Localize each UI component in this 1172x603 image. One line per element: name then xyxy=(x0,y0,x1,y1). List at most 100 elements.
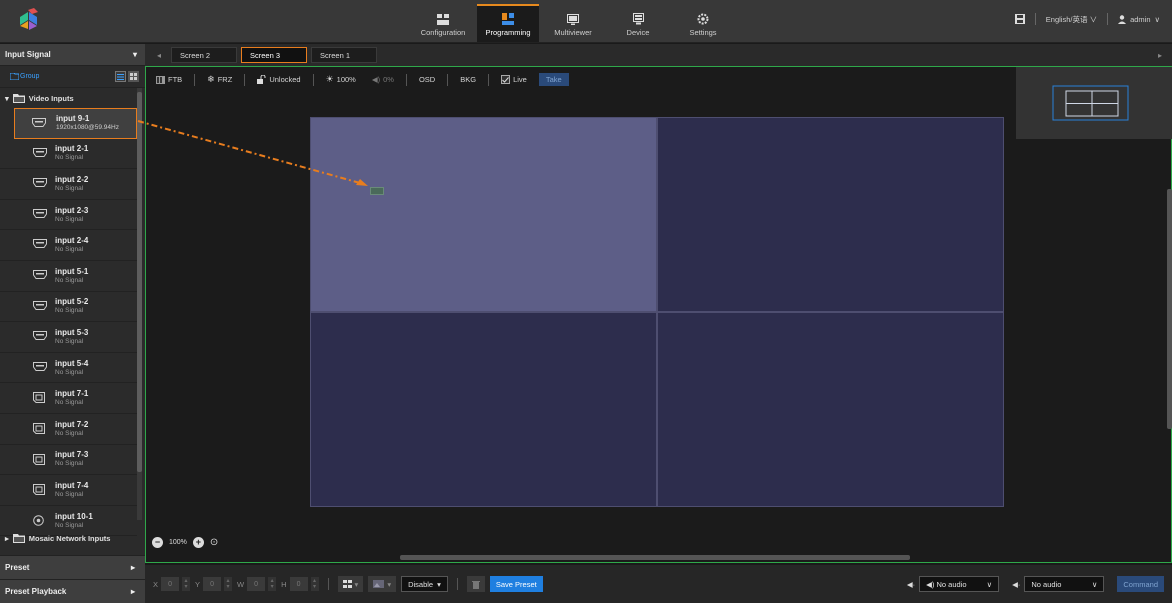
mode-select[interactable]: Disable ▾ xyxy=(401,576,448,592)
tab-screen-3[interactable]: Screen 3 xyxy=(241,47,308,63)
volume-control[interactable]: ◀) 0% xyxy=(368,72,398,87)
nav-device[interactable]: Device xyxy=(607,4,669,42)
layer-window-2[interactable] xyxy=(657,117,1004,312)
grid-view-icon[interactable] xyxy=(128,71,139,82)
divider xyxy=(312,73,314,86)
live-checkbox[interactable]: Live xyxy=(497,72,531,87)
input-source-item[interactable]: input 7-3 No Signal xyxy=(0,445,137,476)
nav-configuration[interactable]: Configuration xyxy=(412,4,474,42)
zoom-out-icon[interactable]: − xyxy=(152,537,163,548)
top-right-controls: English/英语 ∨ admin ∨ xyxy=(1014,13,1160,25)
layer-type-button[interactable]: ▾ xyxy=(368,576,397,592)
hdmi-icon xyxy=(33,147,47,159)
layout-preview[interactable] xyxy=(1016,67,1172,139)
command-button[interactable]: Command xyxy=(1117,576,1164,592)
delete-button[interactable] xyxy=(466,576,485,592)
preview-layout-icon xyxy=(1052,85,1129,121)
y-field: Y 0 ▴ ▾ xyxy=(195,577,233,591)
nav-programming[interactable]: Programming xyxy=(477,4,539,42)
input-source-item[interactable]: input 2-2 No Signal xyxy=(0,169,137,200)
snowflake-icon: ❄ xyxy=(207,74,215,84)
input-source-item[interactable]: input 7-4 No Signal xyxy=(0,475,137,506)
panel-header[interactable]: Input Signal ▾ xyxy=(0,44,145,66)
input-name: input 2-4 xyxy=(55,236,89,246)
divider xyxy=(405,73,407,86)
sidebar-scrollbar[interactable] xyxy=(137,88,142,520)
y-stepper[interactable]: ▴ ▾ xyxy=(224,577,233,591)
dp-icon xyxy=(33,453,47,465)
layer-window-4[interactable] xyxy=(657,312,1004,507)
input-source-item[interactable]: input 5-1 No Signal xyxy=(0,261,137,292)
h-input[interactable]: 0 xyxy=(289,577,308,591)
layout-template-button[interactable]: ▾ xyxy=(337,576,364,592)
w-stepper[interactable]: ▴ ▾ xyxy=(268,577,277,591)
save-preset-button[interactable]: Save Preset xyxy=(489,576,543,592)
input-text: input 5-4 No Signal xyxy=(55,359,88,377)
bkg-button[interactable]: BKG xyxy=(456,72,480,87)
w-input[interactable]: 0 xyxy=(247,577,266,591)
brightness-control[interactable]: ☀ 100% xyxy=(322,72,360,87)
scrollbar-thumb[interactable] xyxy=(137,92,142,472)
audio-select-1[interactable]: ◀) No audio ∨ xyxy=(919,576,1000,592)
audio-text-2: No audio xyxy=(1031,579,1062,589)
input-source-item[interactable]: input 2-4 No Signal xyxy=(0,230,137,261)
video-inputs-node[interactable]: ▾ Video Inputs xyxy=(0,88,145,108)
trash-icon xyxy=(471,580,480,589)
tab-screen-2[interactable]: Screen 2 xyxy=(171,47,238,63)
frz-button[interactable]: ❄ FRZ xyxy=(203,72,236,87)
canvas-vertical-scrollbar[interactable] xyxy=(1167,189,1172,429)
user-menu[interactable]: admin ∨ xyxy=(1118,15,1160,24)
mosaic-network-inputs-node[interactable]: ▸ Mosaic Network Inputs xyxy=(0,529,145,547)
reset-view-icon[interactable]: ⊙ xyxy=(210,537,218,548)
ftb-label: FTB xyxy=(168,75,183,84)
input-source-item[interactable]: input 2-1 No Signal xyxy=(0,139,137,170)
osd-label: OSD xyxy=(418,75,436,84)
preset-section[interactable]: Preset ▸ xyxy=(0,555,145,579)
x-input[interactable]: 0 xyxy=(161,577,180,591)
preset-playback-section[interactable]: Preset Playback ▸ xyxy=(0,579,145,603)
input-text: input 2-4 No Signal xyxy=(55,236,88,254)
y-input[interactable]: 0 xyxy=(203,577,222,591)
input-source-item[interactable]: input 5-2 No Signal xyxy=(0,292,137,323)
list-view-icon[interactable] xyxy=(115,71,126,82)
language-selector[interactable]: English/英语 ∨ xyxy=(1046,14,1097,25)
ftb-button[interactable]: FTB xyxy=(152,72,186,87)
nav-settings[interactable]: Settings xyxy=(672,4,734,42)
tab-screen-1[interactable]: Screen 1 xyxy=(311,47,378,63)
take-button[interactable]: Take xyxy=(538,73,569,86)
app-logo xyxy=(20,8,38,30)
input-source-item[interactable]: input 5-3 No Signal xyxy=(0,322,137,353)
layer-window-3[interactable] xyxy=(310,312,657,507)
group-toggle[interactable]: Group xyxy=(10,73,39,80)
osd-button[interactable]: OSD xyxy=(415,72,439,87)
input-status: No Signal xyxy=(55,215,84,223)
input-source-item[interactable]: input 7-2 No Signal xyxy=(0,414,137,445)
lock-button[interactable]: Unlocked xyxy=(253,72,304,87)
nav-multiviewer[interactable]: Multiviewer xyxy=(542,4,604,42)
tab-scroll-right-icon[interactable]: ▸ xyxy=(1158,51,1162,60)
zoom-in-icon[interactable]: + xyxy=(192,537,204,548)
input-text: input 7-4 No Signal xyxy=(55,481,88,499)
volume-icon: ◀) xyxy=(926,579,935,589)
x-label: X xyxy=(153,579,159,589)
save-preset-label: Save Preset xyxy=(495,579,537,589)
save-icon[interactable] xyxy=(1014,14,1025,24)
input-source-item[interactable]: input 7-1 No Signal xyxy=(0,383,137,414)
input-text: input 2-3 No Signal xyxy=(55,206,88,224)
tab-scroll-left-icon[interactable]: ◂ xyxy=(157,51,161,60)
user-icon xyxy=(1118,14,1127,24)
input-source-item[interactable]: input 9-1 1920x1080@59.94Hz xyxy=(14,108,137,139)
screen-canvas[interactable] xyxy=(310,117,1004,507)
audio-select-2[interactable]: No audio ∨ xyxy=(1024,576,1105,592)
drag-source-icon xyxy=(370,187,384,195)
chevron-down-icon: ∨ xyxy=(1089,14,1098,24)
x-stepper[interactable]: ▴ ▾ xyxy=(182,577,191,591)
canvas-horizontal-scrollbar[interactable] xyxy=(400,555,910,560)
layer-window-1[interactable] xyxy=(310,117,657,312)
chevron-down-icon: ∨ xyxy=(1154,14,1161,24)
input-source-item[interactable]: input 5-4 No Signal xyxy=(0,353,137,384)
input-name: input 2-1 xyxy=(55,144,89,154)
h-stepper[interactable]: ▴ ▾ xyxy=(310,577,319,591)
input-source-item[interactable]: input 2-3 No Signal xyxy=(0,200,137,231)
speaker-icon: ◀· xyxy=(906,579,916,589)
